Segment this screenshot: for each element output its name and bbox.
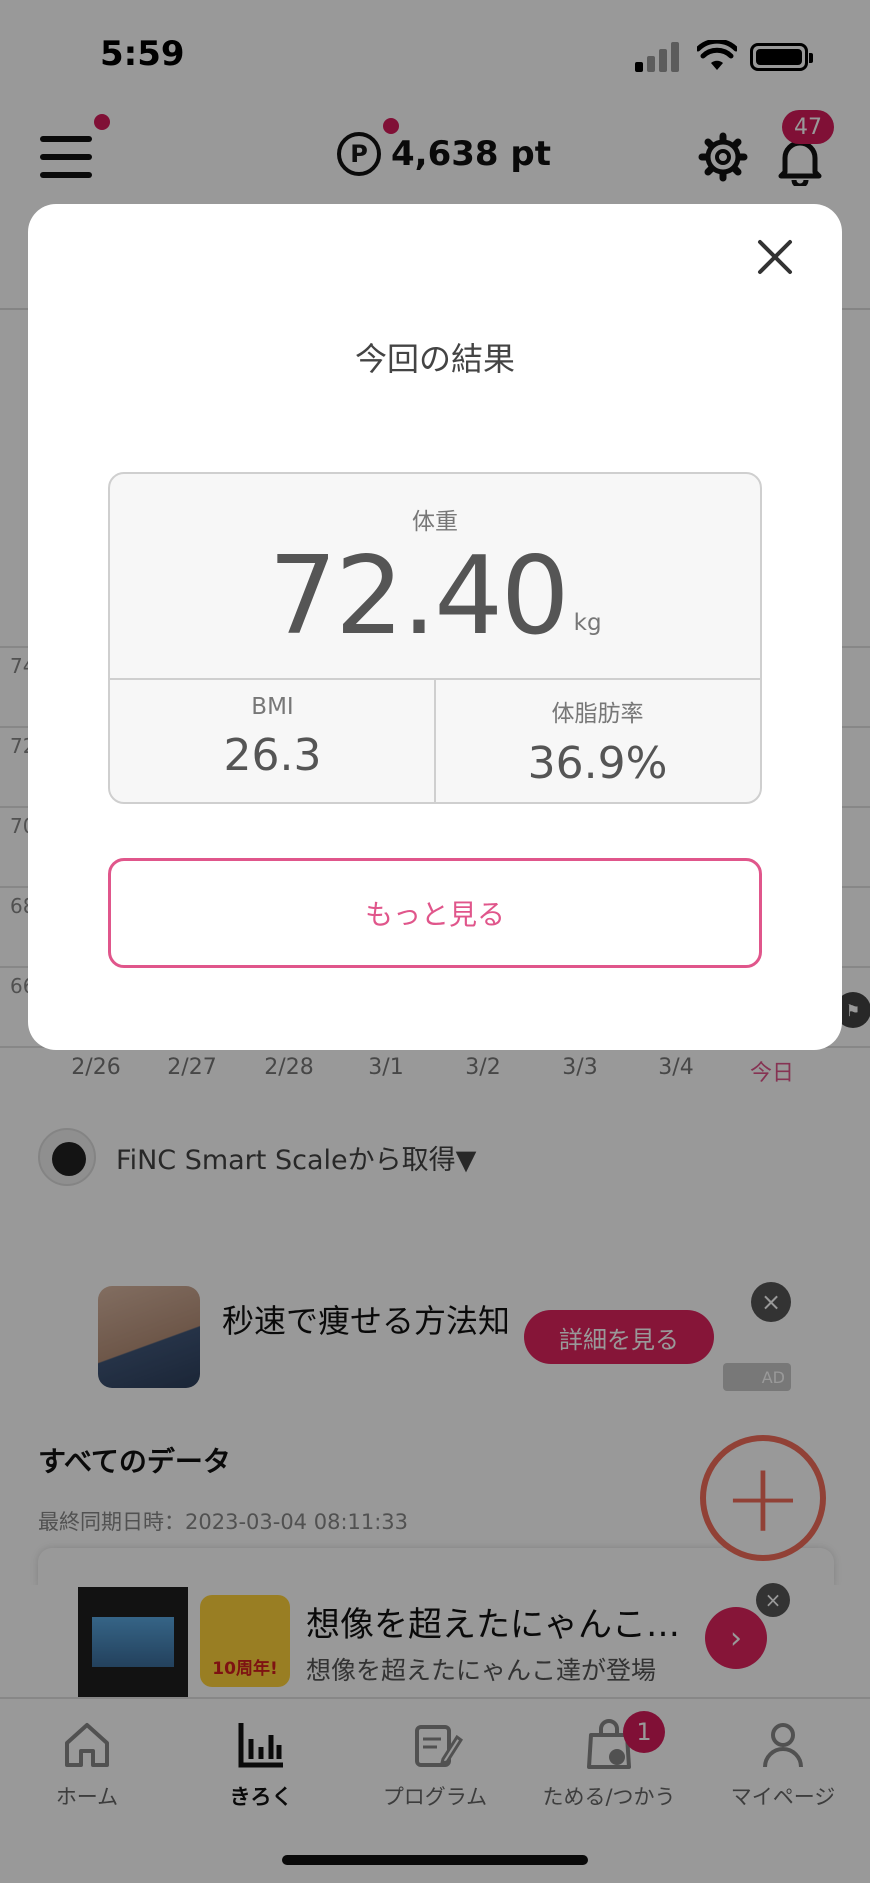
bmi-metric: BMI 26.3 — [110, 694, 435, 781]
weight-label: 体重 — [412, 509, 458, 535]
bmi-label: BMI — [251, 694, 294, 720]
body-fat-label: 体脂肪率 — [551, 701, 644, 727]
close-icon[interactable] — [750, 232, 800, 282]
weight-unit: kg — [573, 609, 602, 636]
weight-row: 72.40 kg — [110, 532, 760, 662]
weight-value: 72.40 — [268, 534, 569, 659]
modal-title: 今回の結果 — [354, 340, 515, 378]
result-modal: 今回の結果 体重 72.40 kg BMI 26.3 体脂肪率 36.9% もっ… — [28, 204, 842, 1050]
bmi-value: 26.3 — [223, 730, 322, 781]
see-more-button[interactable]: もっと見る — [108, 858, 762, 968]
body-fat-value: 36.9% — [527, 738, 668, 789]
result-box: 体重 72.40 kg BMI 26.3 体脂肪率 36.9% — [108, 472, 762, 804]
body-fat-metric: 体脂肪率 36.9% — [435, 694, 760, 789]
